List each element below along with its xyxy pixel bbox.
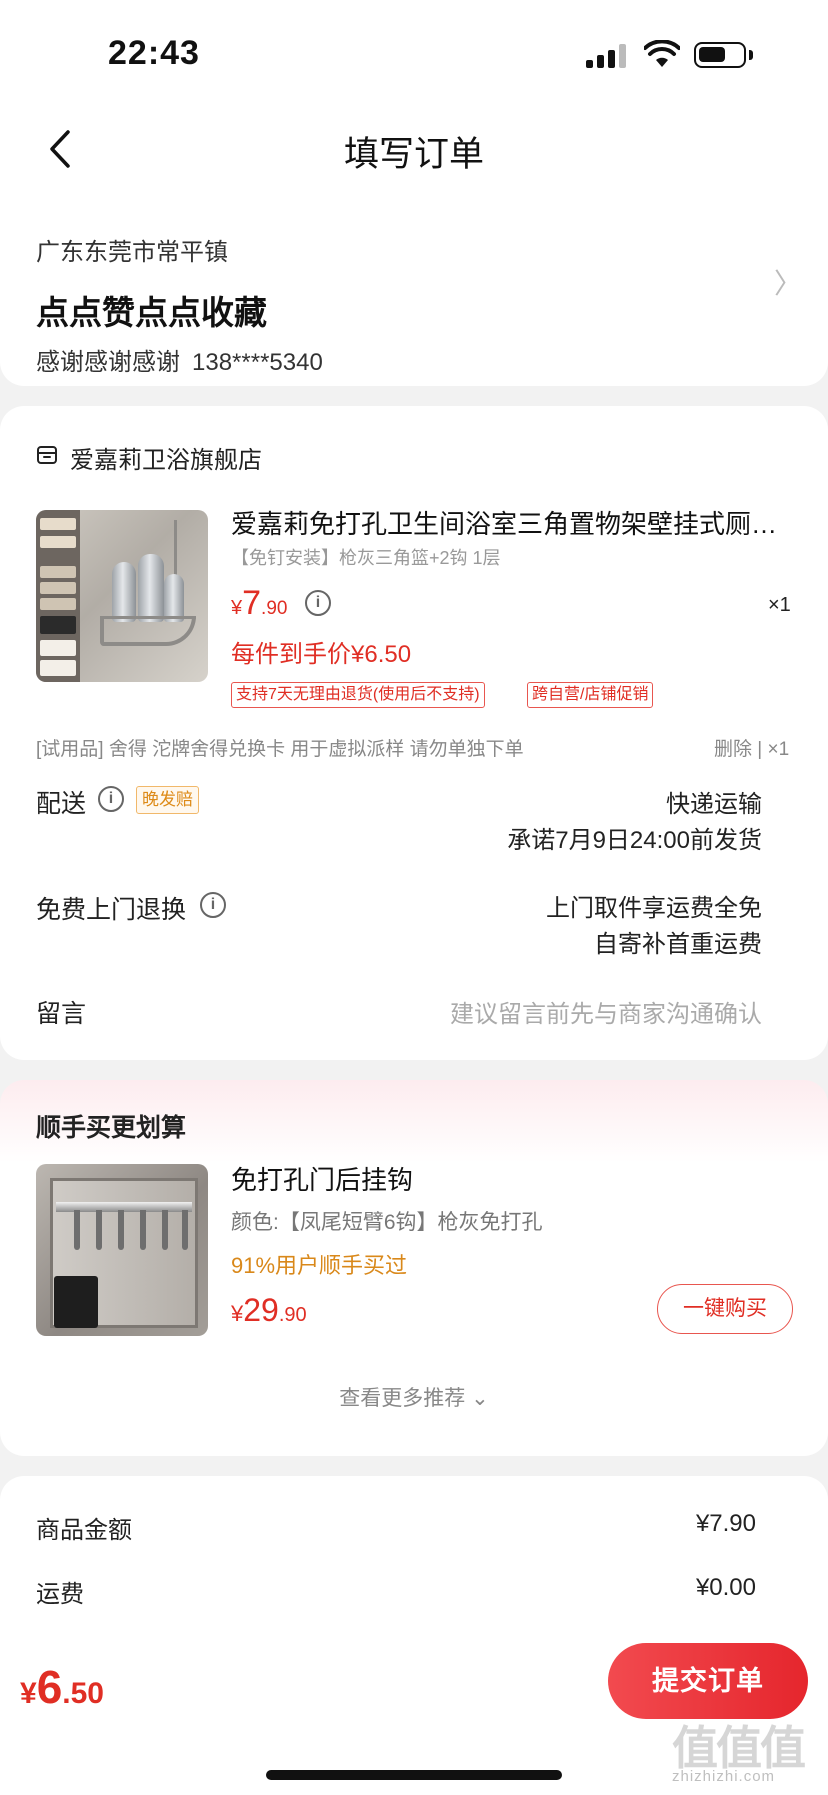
delivery-info-icon[interactable]: i <box>98 786 124 812</box>
store-icon <box>37 446 57 464</box>
returns-label: 免费上门退换 <box>36 896 187 924</box>
status-bar: 22:43 <box>0 0 828 100</box>
signal-icon <box>586 44 628 68</box>
message-input[interactable]: 建议留言前先与商家沟通确认 <box>450 994 762 1029</box>
address-detail: 点点赞点点收藏 <box>36 294 267 331</box>
shipping-value: ¥0.00 <box>695 1574 756 1601</box>
recommendation-image[interactable] <box>36 1164 208 1336</box>
returns-info-icon[interactable]: i <box>200 892 226 918</box>
late-compensation-badge: 晚发赔 <box>136 786 199 814</box>
recommendation-card: 顺手买更划算 免打孔门后挂钩 颜色:【凤尾短臂6钩】枪灰免打孔 91%用户顺手买… <box>0 1080 828 1456</box>
store-order-card: 爱嘉莉卫浴旗舰店 爱嘉莉免打孔卫生间浴室三角置物架壁挂式厕所... 【免钉安装】… <box>0 406 828 1060</box>
store-name[interactable]: 爱嘉莉卫浴旗舰店 <box>70 440 262 475</box>
address-contact: 感谢感谢感谢 138****5340 <box>36 342 323 377</box>
delivery-method: 快递运输 <box>666 791 762 818</box>
product-spec[interactable]: 【免钉安装】枪灰三角篮+2钩 1层 <box>231 544 501 570</box>
home-indicator[interactable] <box>266 1770 562 1780</box>
one-click-buy-button[interactable]: 一键购买 <box>657 1284 793 1334</box>
product-price: ¥7.90 <box>231 584 288 622</box>
battery-tip <box>749 50 753 60</box>
recipient-phone: 138****5340 <box>192 349 323 376</box>
page-header: 填写订单 <box>0 100 828 210</box>
message-label: 留言 <box>36 1000 87 1028</box>
wifi-icon <box>644 40 680 67</box>
more-recommendations-link[interactable]: 查看更多推荐 ⌄ <box>0 1382 828 1412</box>
returns-line-2: 自寄补首重运费 <box>594 931 762 958</box>
product-image[interactable] <box>36 510 208 682</box>
final-price: 每件到手价¥6.50 <box>231 641 412 668</box>
price-info-icon[interactable]: i <box>305 590 331 616</box>
chevron-right-icon: 〉 <box>774 268 803 299</box>
recommendation-title: 顺手买更划算 <box>36 1114 187 1142</box>
battery-icon <box>694 42 746 68</box>
watermark-site: zhizhizhi.com <box>672 1768 776 1785</box>
return-policy-tag: 支持7天无理由退货(使用后不支持) <box>231 682 485 708</box>
product-quantity: ×1 <box>768 594 791 616</box>
page-title: 填写订单 <box>343 135 484 174</box>
status-time: 22:43 <box>108 34 200 72</box>
recommendation-price: ¥29.90 <box>231 1292 307 1328</box>
product-title[interactable]: 爱嘉莉免打孔卫生间浴室三角置物架壁挂式厕所... <box>231 504 797 541</box>
recommendation-name[interactable]: 免打孔门后挂钩 <box>231 1160 413 1197</box>
trial-delete-button[interactable]: 删除 | ×1 <box>714 734 789 761</box>
trial-item-text: [试用品] 舍得 沱牌舍得兑换卡 用于虚拟派样 请勿单独下单 <box>36 739 524 760</box>
shipping-label: 运费 <box>36 1581 84 1608</box>
submit-order-button[interactable]: 提交订单 <box>608 1643 808 1719</box>
returns-line-1: 上门取件享运费全免 <box>546 895 762 922</box>
goods-amount-label: 商品金额 <box>36 1517 132 1544</box>
goods-amount-value: ¥7.90 <box>695 1510 756 1537</box>
recommendation-stat: 91%用户顺手买过 <box>231 1253 408 1278</box>
address-card[interactable]: 广东东莞市常平镇 点点赞点点收藏 感谢感谢感谢 138****5340 〉 <box>0 210 828 386</box>
recommendation-spec[interactable]: 颜色:【凤尾短臂6钩】枪灰免打孔 <box>231 1206 543 1236</box>
address-region: 广东东莞市常平镇 <box>36 239 228 266</box>
delivery-label: 配送 <box>36 790 87 818</box>
promo-tag: 跨自营/店铺促销 <box>527 682 654 708</box>
delivery-promise: 承诺7月9日24:00前发货 <box>507 827 762 854</box>
recipient-name: 感谢感谢感谢 <box>36 349 180 376</box>
total-price: ¥6.50 <box>20 1661 104 1713</box>
